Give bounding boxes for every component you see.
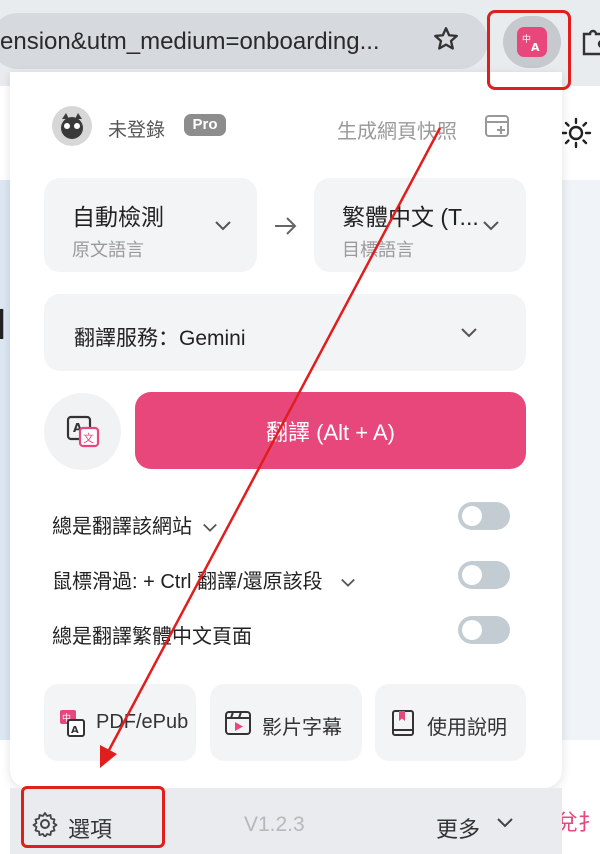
translate-mode-button[interactable]: A 文 (44, 393, 121, 470)
pro-badge[interactable]: Pro (184, 114, 226, 136)
login-status[interactable]: 未登錄 (108, 115, 165, 142)
video-subtitle-icon (225, 711, 251, 735)
user-guide-button[interactable]: 使用說明 (375, 684, 526, 761)
background-left-strip (0, 180, 10, 740)
toggle-always-translate-traditional[interactable] (458, 616, 510, 644)
chevron-down-icon (215, 221, 231, 231)
option-always-translate-traditional[interactable]: 總是翻譯繁體中文頁面 (52, 620, 252, 649)
snapshot-link[interactable]: 生成網頁快照 (337, 115, 457, 144)
toggle-hover-translate[interactable] (458, 561, 510, 589)
option-label: 總是翻譯該網站 (52, 516, 192, 538)
option-label: 總是翻譯繁體中文頁面 (52, 626, 252, 648)
snapshot-icon[interactable] (484, 113, 510, 139)
translation-service-label: 翻譯服務：Gemini (74, 327, 246, 350)
translate-icon: A 文 (66, 415, 99, 447)
more-button[interactable]: 更多 (436, 812, 480, 844)
background-right-text: 兌扌 (556, 810, 600, 835)
pdf-translate-icon: 中 A (60, 710, 85, 737)
theme-sun-icon (560, 117, 592, 149)
target-language-label: 目標語言 (342, 240, 414, 260)
target-language-value: 繁體中文 (T... (342, 204, 479, 230)
background-right-strip (560, 180, 600, 740)
annotation-box-extension (487, 10, 571, 90)
chevron-down-icon[interactable] (496, 818, 514, 828)
puzzle-icon[interactable] (580, 26, 600, 56)
translate-button[interactable]: 翻譯 (Alt + A) (135, 392, 526, 469)
chevron-down-icon (202, 523, 217, 532)
video-subtitle-button[interactable]: 影片字幕 (210, 684, 362, 761)
tool-label: 使用說明 (427, 717, 507, 739)
source-language-label: 原文語言 (72, 240, 144, 260)
url-text[interactable]: ension&utm_medium=onboarding... (0, 28, 380, 56)
option-hover-translate[interactable]: 鼠標滑過: + Ctrl 翻譯/還原該段 (52, 565, 356, 594)
target-language-select[interactable]: 繁體中文 (T... 目標語言 (314, 178, 526, 272)
option-label: 鼠標滑過: + Ctrl 翻譯/還原該段 (52, 571, 323, 593)
avatar[interactable] (52, 106, 92, 146)
pdf-epub-button[interactable]: 中 A PDF/ePub (44, 684, 196, 761)
source-language-value: 自動檢測 (72, 204, 164, 230)
annotation-box-options (21, 786, 165, 848)
chevron-down-icon (483, 221, 499, 231)
chevron-down-icon (341, 578, 355, 587)
background-heading-glyph: I (0, 300, 7, 349)
tool-label: 影片字幕 (262, 717, 342, 739)
option-always-translate-site[interactable]: 總是翻譯該網站 (52, 510, 218, 539)
svg-text:A: A (71, 725, 79, 736)
version-label: V1.2.3 (244, 813, 305, 836)
book-icon (392, 710, 414, 736)
toggle-always-translate-site[interactable] (458, 502, 510, 530)
arrow-right-icon[interactable] (274, 216, 298, 236)
star-icon[interactable] (432, 25, 460, 53)
translation-service-select[interactable]: 翻譯服務：Gemini (44, 294, 526, 371)
tool-label: PDF/ePub (96, 711, 189, 733)
source-language-select[interactable]: 自動檢測 原文語言 (44, 178, 257, 272)
chevron-down-icon (461, 328, 477, 338)
svg-text:文: 文 (83, 431, 94, 445)
